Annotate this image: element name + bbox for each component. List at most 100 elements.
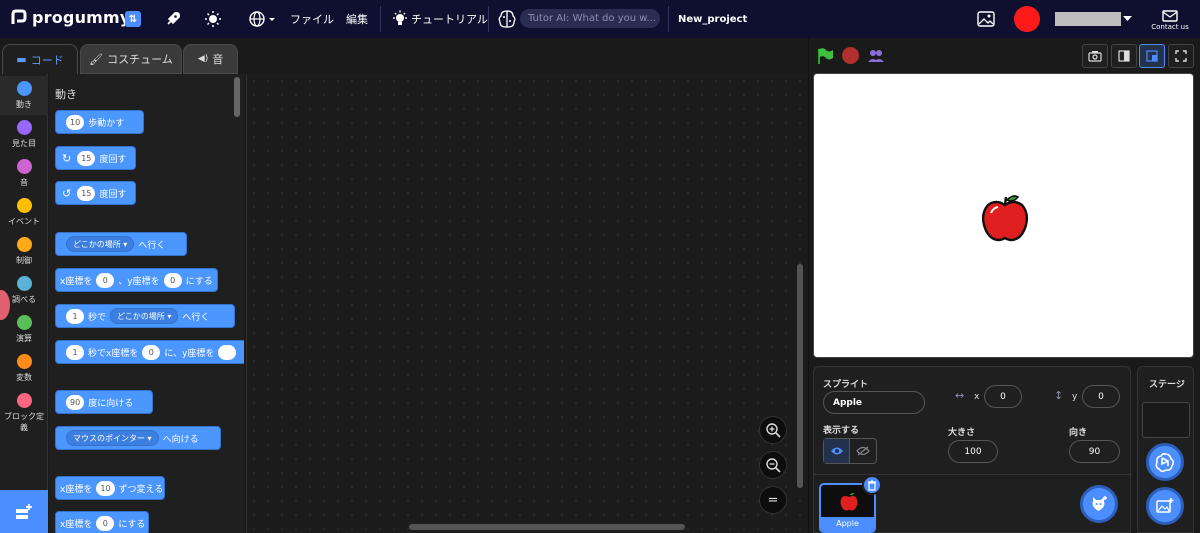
eye-slash-icon bbox=[856, 446, 870, 456]
translate-icon[interactable]: ⇅ bbox=[125, 11, 141, 27]
user-avatar[interactable] bbox=[1014, 6, 1040, 32]
point-towards-dropdown[interactable]: マウスのポインター ▾ bbox=[66, 430, 159, 446]
block-turn-right[interactable]: ↻ 15 度回す bbox=[55, 146, 136, 170]
tutor-ai-input[interactable]: Tutor AI: What do you w... bbox=[520, 9, 660, 28]
fullscreen-button[interactable] bbox=[1168, 44, 1194, 68]
add-extension-button[interactable] bbox=[0, 490, 48, 533]
file-menu[interactable]: ファイル bbox=[290, 0, 334, 38]
add-sprite-button[interactable] bbox=[1080, 485, 1118, 523]
block-glide-xy[interactable]: 1 秒でx座標を 0 に、y座標を bbox=[55, 340, 244, 364]
edit-menu[interactable]: 編集 bbox=[346, 0, 368, 38]
script-workspace[interactable] bbox=[246, 74, 808, 533]
small-stage-button[interactable] bbox=[1111, 44, 1137, 68]
code-blocks-icon: ▬ bbox=[16, 53, 27, 66]
stage-selector-panel: ステージ bbox=[1137, 366, 1194, 533]
menubar-divider bbox=[668, 6, 669, 32]
category-looks[interactable]: 見た目 bbox=[0, 115, 48, 154]
size-input[interactable]: 100 bbox=[948, 440, 998, 463]
category-motion[interactable]: 動き bbox=[0, 76, 48, 115]
category-dot bbox=[16, 354, 32, 369]
block-move-steps[interactable]: 10 歩動かす bbox=[55, 110, 144, 134]
block-goto-xy[interactable]: x座標を 0 、y座標を 0 にする bbox=[55, 268, 218, 292]
visibility-toggle bbox=[823, 438, 877, 464]
category-control[interactable]: 制御 bbox=[0, 232, 48, 271]
chevron-down-icon[interactable] bbox=[1123, 15, 1132, 23]
category-dot bbox=[16, 159, 32, 174]
workspace-vertical-scrollbar[interactable] bbox=[797, 264, 803, 488]
x-input[interactable]: 0 bbox=[96, 272, 115, 288]
x-input[interactable]: 0 bbox=[96, 515, 115, 531]
y-label: y bbox=[1072, 392, 1078, 402]
seconds-input[interactable]: 1 bbox=[66, 308, 84, 324]
glide-target-dropdown[interactable]: どこかの場所 ▾ bbox=[110, 308, 179, 324]
category-my-blocks[interactable]: ブロック定 義 bbox=[0, 388, 48, 434]
screenshot-button[interactable] bbox=[1082, 44, 1108, 68]
fullscreen-icon bbox=[1175, 50, 1187, 62]
tab-code[interactable]: ▬ コード bbox=[2, 44, 78, 74]
goto-target-dropdown[interactable]: どこかの場所 ▾ bbox=[66, 236, 135, 252]
zoom-reset-button[interactable]: = bbox=[759, 486, 787, 514]
add-backdrop-button[interactable] bbox=[1146, 487, 1184, 525]
project-title[interactable]: New_project bbox=[678, 0, 747, 38]
block-point-direction[interactable]: 90 度に向ける bbox=[55, 390, 153, 414]
language-globe-icon[interactable] bbox=[249, 10, 277, 28]
tab-sound[interactable]: ◀) 音 bbox=[183, 44, 238, 74]
y-input[interactable]: 0 bbox=[163, 272, 182, 288]
rotate-clockwise-icon: ↻ bbox=[62, 151, 72, 165]
degrees-input[interactable]: 15 bbox=[77, 150, 96, 166]
block-glide-to[interactable]: 1 秒で どこかの場所 ▾ へ行く bbox=[55, 304, 235, 328]
direction-input[interactable]: 90 bbox=[1069, 440, 1120, 463]
delete-sprite-button[interactable] bbox=[862, 475, 882, 495]
hide-sprite-button[interactable] bbox=[850, 439, 876, 463]
dx-input[interactable]: 10 bbox=[96, 480, 115, 496]
y-input[interactable] bbox=[218, 344, 237, 360]
zoom-in-button[interactable] bbox=[759, 416, 787, 444]
stage-thumbnail[interactable] bbox=[1142, 402, 1190, 438]
y-arrows-icon: ↕ bbox=[1054, 389, 1064, 402]
sprite-name-input[interactable]: Apple bbox=[823, 391, 925, 414]
normal-stage-button[interactable] bbox=[1139, 44, 1165, 68]
category-variables[interactable]: 変数 bbox=[0, 349, 48, 388]
direction-input[interactable]: 90 bbox=[66, 394, 85, 410]
tutorial-menu[interactable]: チュートリアル bbox=[411, 0, 488, 38]
collaborators-icon[interactable] bbox=[867, 48, 885, 64]
x-position-input[interactable]: 0 bbox=[984, 385, 1022, 408]
tab-costume[interactable]: 🖌 コスチューム bbox=[80, 44, 182, 74]
steps-input[interactable]: 10 bbox=[66, 114, 85, 130]
category-sound[interactable]: 音 bbox=[0, 154, 48, 193]
workspace-horizontal-scrollbar[interactable] bbox=[409, 524, 685, 530]
apple-sprite[interactable] bbox=[978, 191, 1032, 245]
normal-stage-icon bbox=[1146, 50, 1158, 62]
progummy-logo[interactable]: progummy bbox=[10, 8, 131, 27]
contact-us-label: Contact us bbox=[1151, 22, 1189, 31]
show-label: 表示する bbox=[823, 426, 860, 436]
rocket-icon[interactable] bbox=[164, 10, 182, 28]
zoom-out-button[interactable] bbox=[759, 451, 787, 479]
green-flag-icon[interactable] bbox=[816, 47, 834, 65]
block-point-towards[interactable]: マウスのポインター ▾ へ向ける bbox=[55, 426, 221, 450]
logo-text: progummy bbox=[32, 8, 131, 27]
category-events[interactable]: イベント bbox=[0, 193, 48, 232]
degrees-input[interactable]: 15 bbox=[77, 185, 96, 201]
menu-bar: progummy ⇅ ファイル 編集 チュートリアル Tutor AI: Wha… bbox=[0, 0, 1200, 38]
username-masked[interactable] bbox=[1055, 12, 1121, 26]
y-position-input[interactable]: 0 bbox=[1082, 385, 1120, 408]
block-change-x[interactable]: x座標を 10 ずつ変える bbox=[55, 476, 165, 500]
brightness-icon[interactable] bbox=[204, 10, 222, 28]
block-goto[interactable]: どこかの場所 ▾ へ行く bbox=[55, 232, 187, 256]
seconds-input[interactable]: 1 bbox=[66, 344, 84, 360]
block-turn-left[interactable]: ↺ 15 度回す bbox=[55, 181, 136, 205]
image-gallery-icon[interactable] bbox=[976, 9, 996, 29]
contact-us-button[interactable]: Contact us bbox=[1148, 6, 1192, 34]
add-backdrop-icon bbox=[1156, 498, 1174, 513]
ai-assistant-button[interactable] bbox=[1146, 443, 1184, 481]
x-input[interactable]: 0 bbox=[142, 344, 161, 360]
show-sprite-button[interactable] bbox=[824, 439, 851, 463]
stage-canvas[interactable] bbox=[813, 73, 1194, 358]
block-set-x[interactable]: x座標を 0 にする bbox=[55, 511, 149, 533]
palette-scrollbar[interactable] bbox=[234, 77, 240, 117]
logo-mark-icon bbox=[11, 9, 27, 24]
trash-icon bbox=[868, 480, 876, 491]
block-palette: 動き 10 歩動かす ↻ 15 度回す ↺ 15 度回す どこかの場所 ▾ へ行… bbox=[49, 74, 244, 533]
stop-icon[interactable] bbox=[842, 47, 859, 64]
